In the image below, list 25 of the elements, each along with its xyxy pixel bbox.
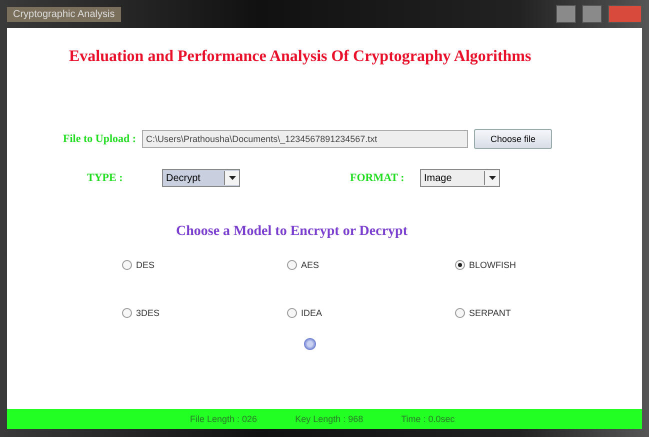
close-button[interactable] (608, 5, 642, 23)
minimize-button[interactable] (556, 5, 576, 23)
maximize-button[interactable] (582, 5, 602, 23)
upload-label: File to Upload : (63, 133, 136, 145)
window-title: Cryptographic Analysis (7, 6, 121, 22)
file-path-field[interactable]: C:\Users\Prathousha\Documents\_1234567891234567.txt (142, 130, 468, 148)
status-text: Key Length : 968 (295, 414, 364, 424)
app-heading: Evaluation and Performance Analysis Of Cryptography Algorithms (69, 48, 532, 66)
format-dropdown[interactable]: Image (420, 169, 500, 187)
format-label: FORMAT : (350, 172, 406, 184)
caret-icon (228, 176, 236, 180)
model-heading: Choose a Model to Encrypt or Decrypt (176, 224, 408, 240)
algorithm-radio[interactable]: IDEA (287, 308, 455, 318)
algorithm-radio[interactable]: AES (287, 260, 455, 270)
choose-file-button[interactable]: Choose file (474, 129, 552, 149)
type-label: TYPE : (87, 172, 124, 184)
algorithm-radio[interactable]: BLOWFISH (455, 260, 575, 270)
algorithm-radio[interactable]: SERPANT (455, 308, 575, 318)
type-dropdown[interactable]: Decrypt (162, 169, 240, 187)
algorithm-radio[interactable]: 3DES (122, 308, 287, 318)
run-button[interactable] (304, 338, 316, 350)
status-text: File Length : 026 (190, 414, 258, 424)
status-text: Time : 0.0sec (401, 414, 455, 424)
caret-icon (488, 176, 496, 180)
algorithm-radio[interactable]: DES (122, 260, 287, 270)
